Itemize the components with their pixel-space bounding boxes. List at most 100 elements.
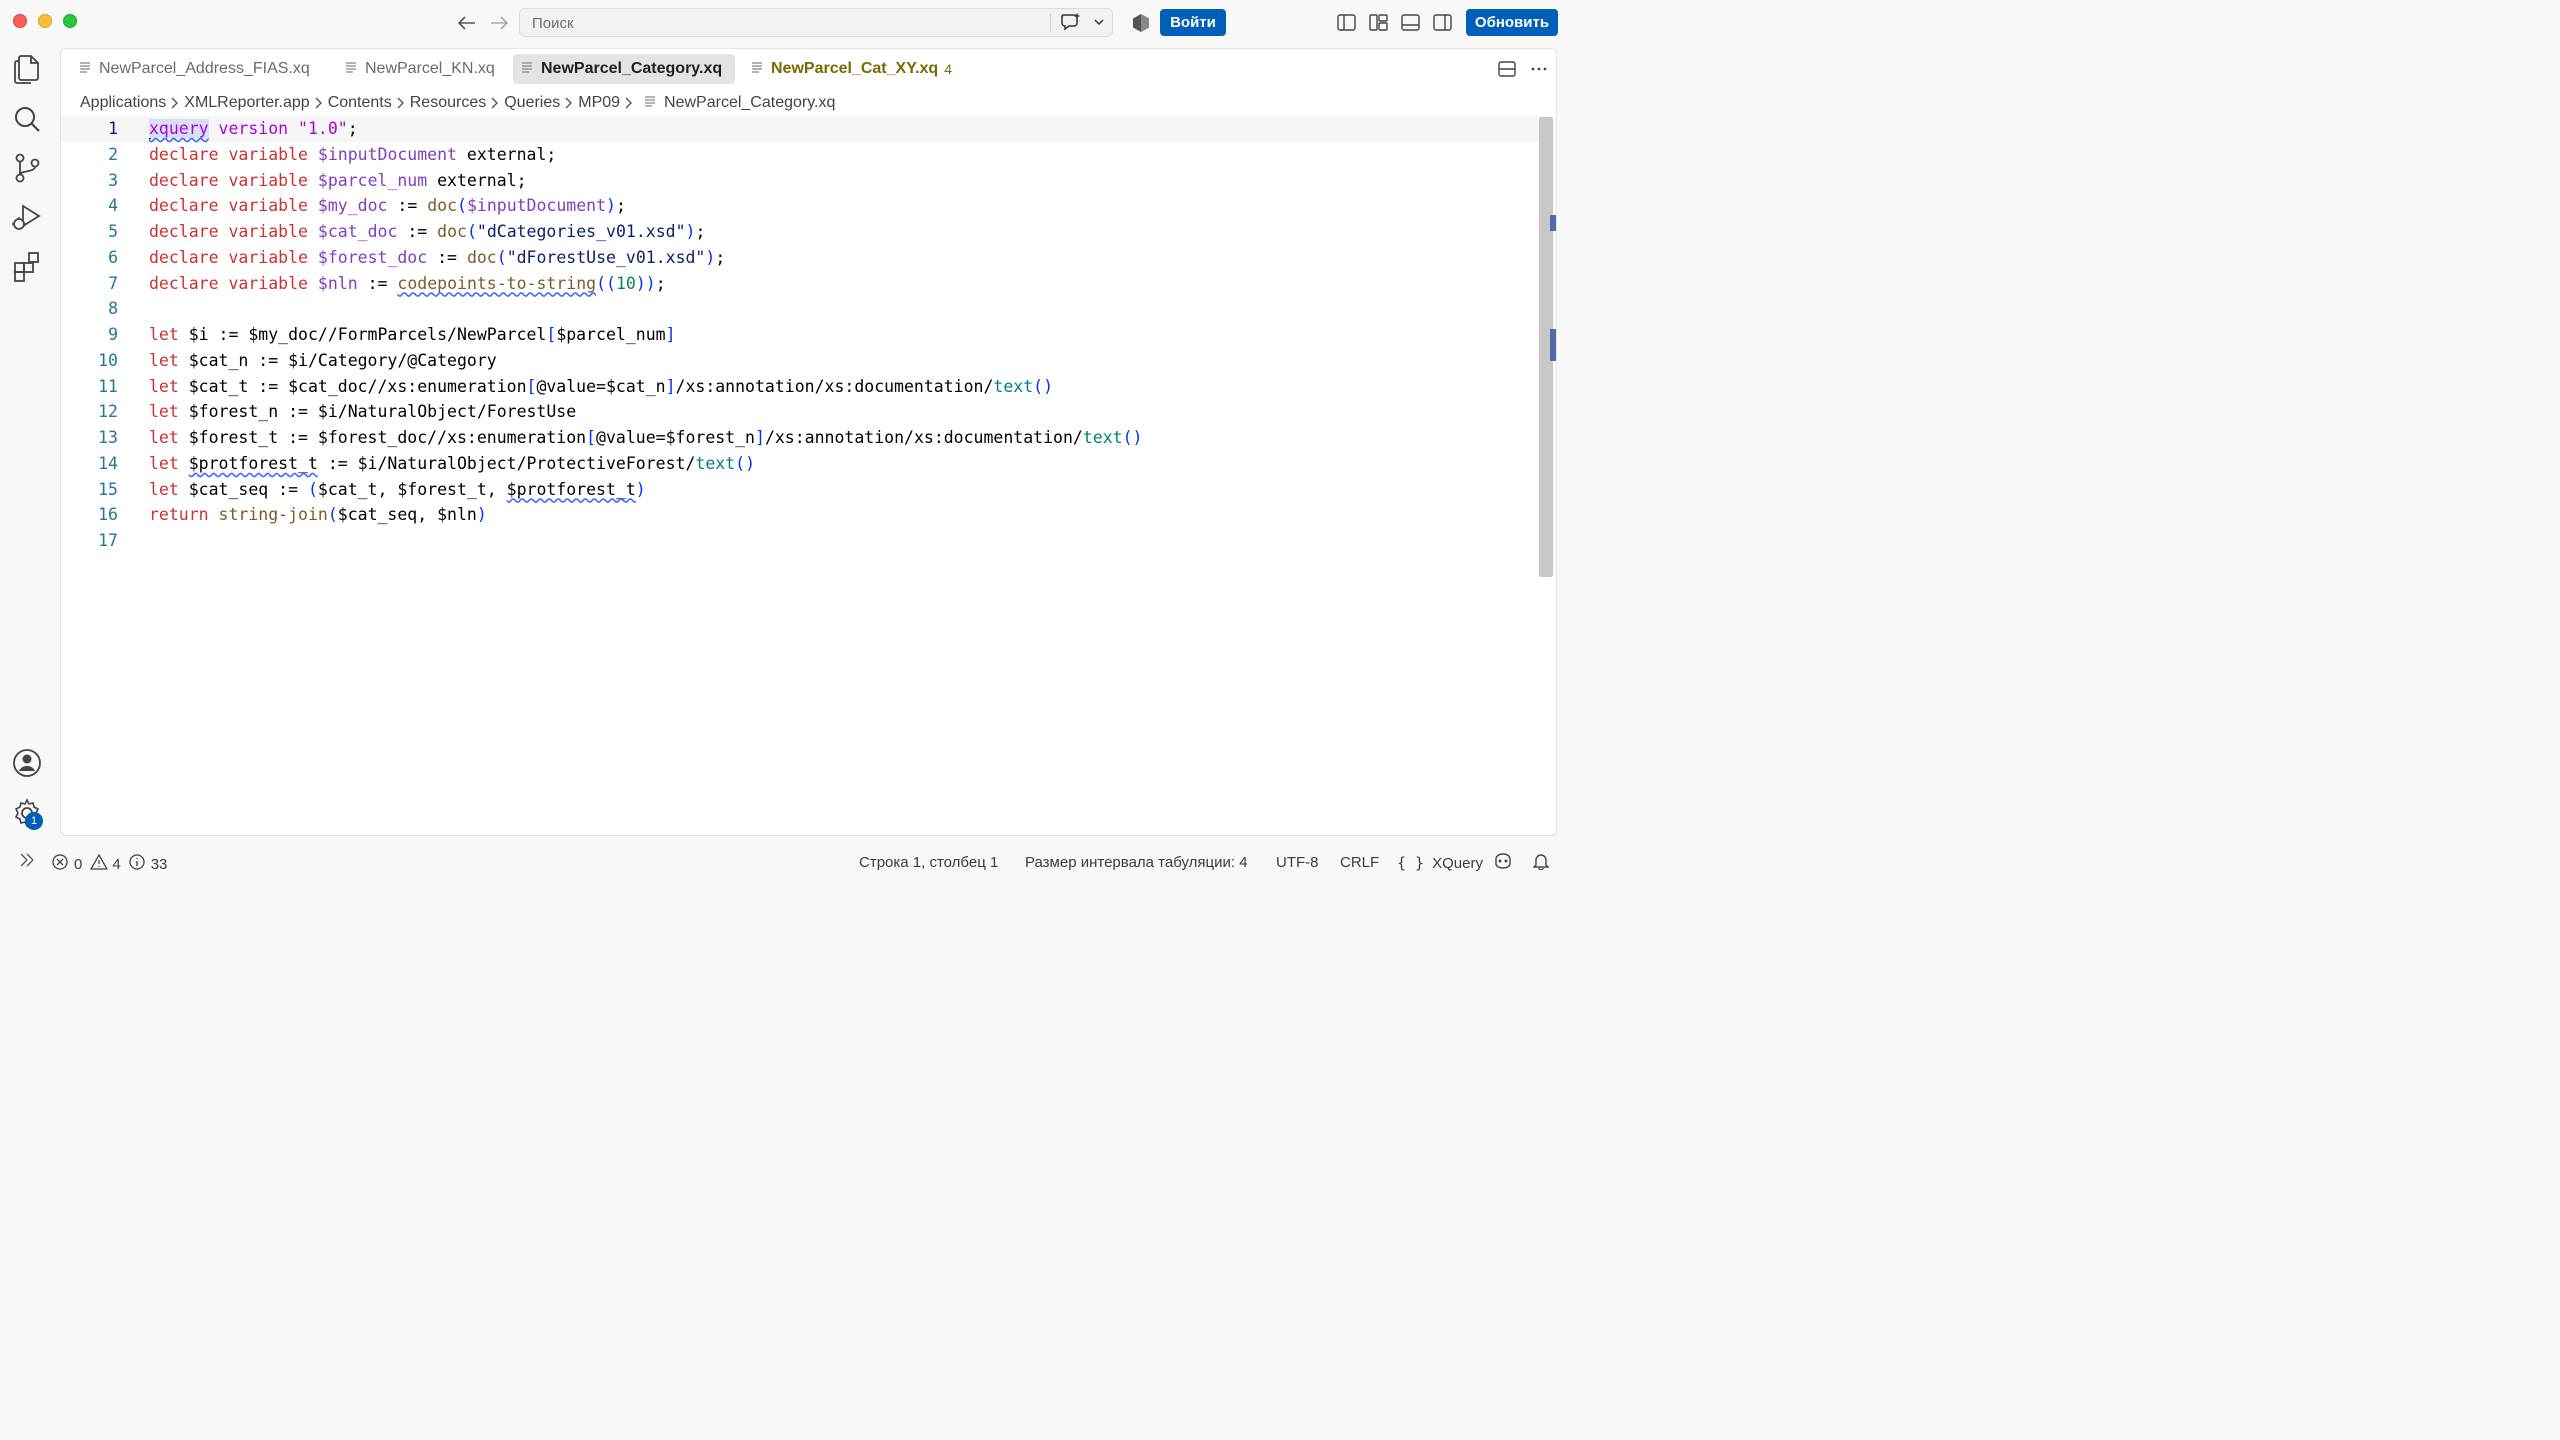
chevron-down-icon[interactable] xyxy=(1093,15,1105,33)
extensions-icon[interactable] xyxy=(10,250,44,284)
eol-setting[interactable]: CRLF xyxy=(1340,854,1379,871)
code-line[interactable]: 3 declare variable $parcel_num external; xyxy=(61,168,1541,194)
line-text[interactable]: let $cat_t := $cat_doc//xs:enumeration[@… xyxy=(149,377,1053,396)
close-window-button[interactable] xyxy=(13,14,27,28)
run-debug-icon[interactable] xyxy=(10,200,44,234)
line-number: 2 xyxy=(108,144,118,164)
braces-icon: { } xyxy=(1397,854,1425,872)
breadcrumb-item[interactable]: Contents xyxy=(328,94,392,112)
breadcrumb-item[interactable]: NewParcel_Category.xq xyxy=(664,94,835,112)
accounts-icon[interactable] xyxy=(10,746,44,780)
chat-sparkle-icon[interactable] xyxy=(1060,12,1082,37)
tab-newparcel-cat-xy[interactable]: NewParcel_Cat_XY.xq 4 xyxy=(743,54,973,84)
customize-layout-icon[interactable] xyxy=(1368,12,1390,34)
minimize-window-button[interactable] xyxy=(38,14,52,28)
language-mode[interactable]: { } XQuery xyxy=(1397,854,1483,872)
toggle-primary-sidebar-icon[interactable] xyxy=(1336,12,1358,34)
source-control-icon[interactable] xyxy=(10,151,44,185)
line-number: 13 xyxy=(98,428,118,447)
tab-newparcel-address-fias[interactable]: NewParcel_Address_FIAS.xq xyxy=(71,54,333,84)
code-line[interactable]: 13 let $forest_t := $forest_doc//xs:enume… xyxy=(61,425,1541,451)
zoom-window-button[interactable] xyxy=(63,14,77,28)
code-line[interactable]: 4 declare variable $my_doc := doc($inputD… xyxy=(61,193,1541,219)
line-text[interactable]: let $cat_seq := ($cat_t, $forest_t, $pro… xyxy=(149,480,646,499)
tab-label: NewParcel_Address_FIAS.xq xyxy=(99,60,310,77)
line-number: 1 xyxy=(108,119,118,138)
copilot-status-icon[interactable] xyxy=(1493,852,1513,870)
code-line[interactable]: 12 let $forest_n := $i/NaturalObject/Fore… xyxy=(61,399,1541,425)
code-line[interactable]: 9 let $i := $my_doc//FormParcels/NewParce… xyxy=(61,322,1541,348)
title-bar: Поиск Войти Обновить xyxy=(0,0,1568,46)
code-line[interactable]: 10 let $cat_n := $i/Category/@Category xyxy=(61,348,1541,374)
code-line[interactable]: 7 declare variable $nln := codepoints-to-… xyxy=(61,271,1541,297)
line-text[interactable]: declare variable $forest_doc := doc("dFo… xyxy=(149,248,725,267)
code-line[interactable]: 17 xyxy=(61,528,1541,554)
chevron-right-icon xyxy=(564,97,574,109)
version-string: "1.0" xyxy=(298,119,348,138)
login-button[interactable]: Войти xyxy=(1160,9,1226,36)
cursor-position[interactable]: Строка 1, столбец 1 xyxy=(859,854,998,871)
file-lines-icon xyxy=(521,60,533,78)
breadcrumb-item[interactable]: XMLReporter.app xyxy=(184,94,309,112)
files-icon[interactable] xyxy=(10,52,44,86)
line-text[interactable]: declare variable $my_doc := doc($inputDo… xyxy=(149,196,626,215)
code-line[interactable]: 2 declare variable $inputDocument externa… xyxy=(61,142,1541,168)
line-text[interactable]: return string-join($cat_seq, $nln) xyxy=(149,505,487,524)
tab-newparcel-category[interactable]: NewParcel_Category.xq xyxy=(513,54,735,84)
breadcrumb-item[interactable]: MP09 xyxy=(578,94,620,112)
indentation-setting[interactable]: Размер интервала табуляции: 4 xyxy=(1025,854,1248,871)
line-text[interactable]: let $forest_t := $forest_doc//xs:enumera… xyxy=(149,428,1142,447)
code-line[interactable]: 6 declare variable $forest_doc := doc("dF… xyxy=(61,245,1541,271)
forward-arrow-icon[interactable] xyxy=(487,11,511,35)
code-line[interactable]: 8 xyxy=(61,296,1541,322)
xquery-keyword: xquery xyxy=(149,119,209,138)
code-line[interactable]: 5 declare variable $cat_doc := doc("dCate… xyxy=(61,219,1541,245)
line-number: 16 xyxy=(98,505,118,525)
remote-icon[interactable] xyxy=(18,852,36,870)
version-keyword: version xyxy=(218,119,289,138)
code-line[interactable]: 11 let $cat_t := $cat_doc//xs:enumeration… xyxy=(61,374,1541,400)
file-lines-icon xyxy=(345,60,357,78)
activity-bar xyxy=(0,46,59,842)
code-line[interactable]: 14 let $protforest_t := $i/NaturalObject/… xyxy=(61,451,1541,477)
tab-label: NewParcel_KN.xq xyxy=(365,60,495,77)
line-text[interactable]: let $cat_n := $i/Category/@Category xyxy=(149,351,497,370)
error-icon xyxy=(52,854,68,874)
copilot-icon[interactable] xyxy=(1130,12,1152,34)
command-center-search[interactable]: Поиск xyxy=(519,8,1113,37)
toggle-secondary-sidebar-icon[interactable] xyxy=(1432,12,1454,34)
split-editor-icon[interactable] xyxy=(1497,59,1517,84)
line-text[interactable]: declare variable $nln := codepoints-to-s… xyxy=(149,274,666,293)
line-number: 11 xyxy=(98,376,118,396)
chevron-right-icon xyxy=(490,97,500,109)
code-area[interactable]: 1 xquery version "1.0"; 2 declare variabl… xyxy=(61,116,1541,816)
bell-icon[interactable] xyxy=(1533,852,1549,870)
file-lines-icon xyxy=(79,60,91,78)
line-number: 7 xyxy=(108,273,118,293)
line-text[interactable]: let $i := $my_doc//FormParcels/NewParcel… xyxy=(149,325,676,344)
line-text[interactable]: declare variable $cat_doc := doc("dCateg… xyxy=(149,222,705,241)
problems-indicator[interactable]: 0 4 33 xyxy=(52,853,167,874)
more-actions-icon[interactable] xyxy=(1529,59,1549,84)
breadcrumb-item[interactable]: Queries xyxy=(504,94,560,112)
breadcrumb-item[interactable]: Applications xyxy=(80,94,166,112)
line-text[interactable]: declare variable $parcel_num external; xyxy=(149,171,527,190)
search-icon[interactable] xyxy=(10,102,44,136)
code-line[interactable]: 15 let $cat_seq := ($cat_t, $forest_t, $p… xyxy=(61,477,1541,503)
breadcrumb: Applications XMLReporter.app Contents Resou… xyxy=(80,94,835,112)
code-line[interactable]: 1 xquery version "1.0"; xyxy=(61,116,1541,142)
line-number: 8 xyxy=(108,299,118,319)
encoding-setting[interactable]: UTF-8 xyxy=(1276,854,1319,871)
line-text[interactable]: xquery version "1.0"; xyxy=(149,119,358,139)
settings-update-badge: 1 xyxy=(25,812,43,830)
line-text[interactable]: let $forest_n := $i/NaturalObject/Forest… xyxy=(149,402,576,421)
update-button[interactable]: Обновить xyxy=(1466,9,1558,36)
line-text[interactable]: let $protforest_t := $i/NaturalObject/Pr… xyxy=(149,454,755,473)
line-text[interactable]: declare variable $inputDocument external… xyxy=(149,145,556,164)
breadcrumb-item[interactable]: Resources xyxy=(410,94,486,112)
tab-newparcel-kn[interactable]: NewParcel_KN.xq xyxy=(337,54,507,84)
back-arrow-icon[interactable] xyxy=(455,11,479,35)
toggle-panel-icon[interactable] xyxy=(1400,12,1422,34)
code-line[interactable]: 16 return string-join($cat_seq, $nln) xyxy=(61,502,1541,528)
chevron-right-icon xyxy=(624,97,634,109)
